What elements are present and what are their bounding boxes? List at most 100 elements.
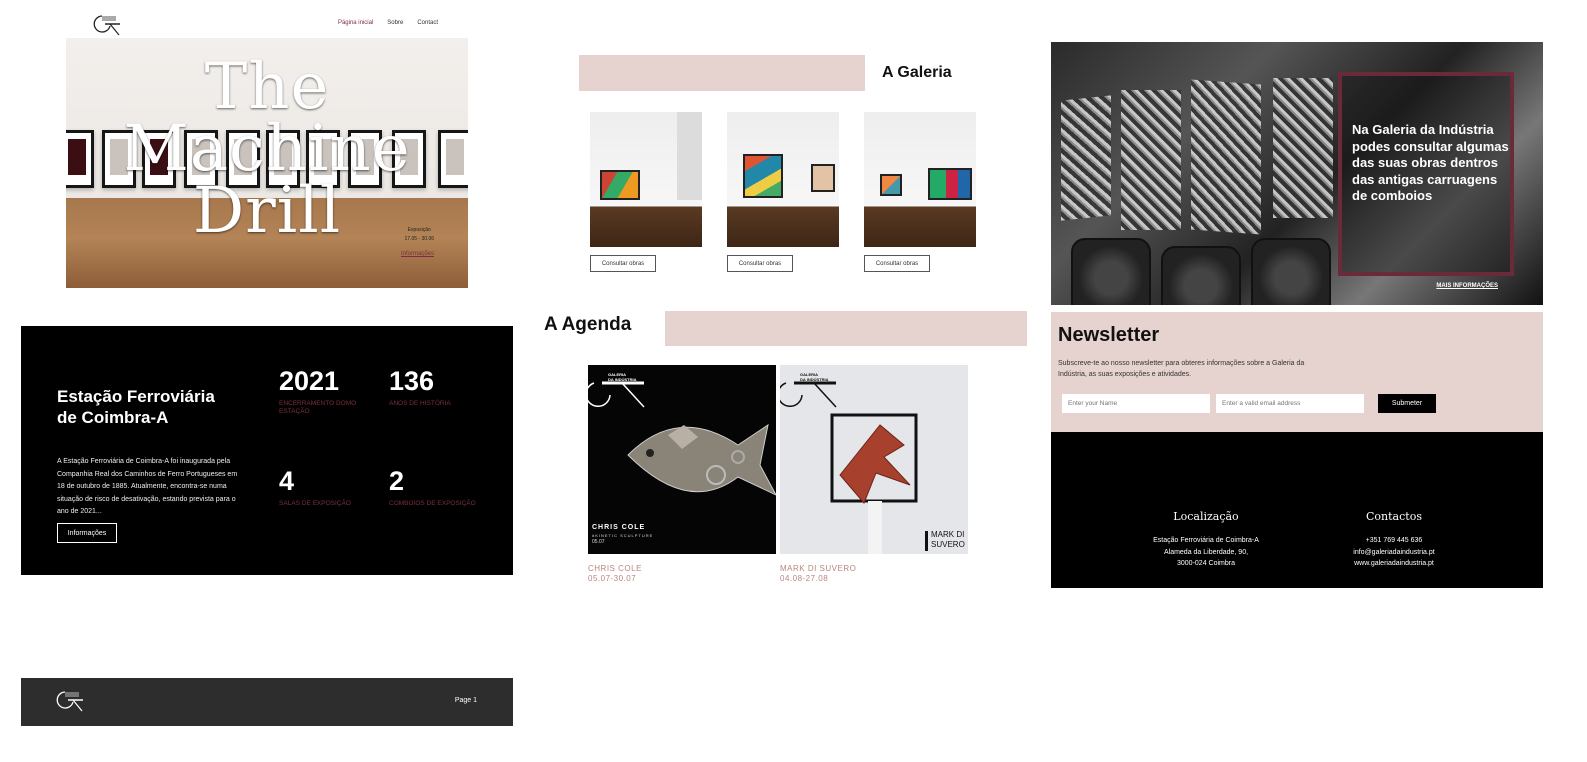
email-input[interactable] — [1216, 394, 1364, 413]
galeria-logo[interactable] — [92, 12, 124, 36]
artwork-panel — [1121, 90, 1181, 230]
gallery-room-image — [590, 112, 702, 247]
hero-info-link[interactable]: Informações — [401, 251, 434, 257]
galeria-title: A Galeria — [882, 64, 952, 81]
stat-value: 2021 — [279, 366, 340, 396]
agenda-event-card[interactable]: GALERIA DA INDÚSTRIA CHRIS COLE #KINETIC… — [588, 365, 776, 584]
hero-title-line: The — [204, 50, 330, 124]
train-carriage-banner: Na Galeria da Indústria podes consultar … — [1051, 42, 1543, 305]
stat-value: 4 — [279, 466, 295, 496]
stat-label: ANOS DE HISTÓRIA — [389, 400, 451, 407]
stat-label: SALAS DE EXPOSIÇÃO — [279, 500, 351, 507]
poster-artist: CHRIS COLE — [592, 524, 646, 531]
station-description: A Estação Ferroviária de Coimbra-A foi i… — [57, 458, 238, 515]
stat-value: 2 — [389, 466, 405, 496]
contacts-column: Contactos +351 769 445 636 info@galeriad… — [1339, 510, 1449, 570]
event-poster: GALERIA DA INDÚSTRIA CHRIS COLE #KINETIC… — [588, 365, 776, 554]
artwork — [928, 168, 972, 200]
logo-icon — [93, 15, 120, 36]
stat-value: 136 — [389, 366, 435, 396]
poster-logo-line: DA INDÚSTRIA — [800, 377, 829, 382]
footer-bar: Page 1 — [21, 678, 513, 726]
contacts-title: Contactos — [1366, 510, 1422, 523]
agenda-accent-bar — [665, 311, 1027, 346]
location-line: 3000-024 Coimbra — [1177, 560, 1235, 567]
event-caption: CHRIS COLE 05.07-30.07 — [588, 564, 776, 584]
stat-label: COMBOIOS DE EXPOSIÇÃO — [389, 500, 476, 507]
artwork — [600, 170, 640, 200]
exhibition-meta: Exposição 17.05 - 30.06 — [405, 226, 434, 244]
nav-contact[interactable]: Contact — [417, 20, 438, 26]
train-seat — [1251, 238, 1331, 305]
gallery-room-image — [864, 112, 976, 247]
artwork-panel — [1273, 78, 1333, 218]
train-seat — [1161, 246, 1241, 305]
page-label: Page 1 — [454, 697, 477, 704]
gallery-room-image — [727, 112, 839, 247]
event-dates: 05.07-30.07 — [588, 574, 637, 583]
train-seat — [1071, 238, 1151, 305]
artwork-panel — [1191, 79, 1261, 235]
footer-logo[interactable] — [55, 688, 87, 712]
artwork — [743, 154, 783, 198]
phone-number[interactable]: +351 769 445 636 — [1339, 535, 1449, 547]
gallery-card: Consultar obras — [590, 112, 702, 272]
wall — [677, 112, 702, 200]
stat-history-years: 136 ANOS DE HISTÓRIA — [389, 366, 479, 408]
consult-works-button[interactable]: Consultar obras — [727, 255, 793, 272]
exhibition-label: Exposição — [407, 227, 431, 233]
train-info-text: Na Galeria da Indústria podes consultar … — [1352, 122, 1509, 203]
poster-logo-text: GALERIA DA INDÚSTRIA — [608, 372, 637, 382]
stat-closing-year: 2021 ENCERRAMENTO DOMO ESTAÇÃO — [279, 366, 369, 416]
exhibition-dates: 17.05 - 30.06 — [404, 236, 434, 242]
stat-exhibition-trains: 2 COMBOIOS DE EXPOSIÇÃO — [389, 466, 479, 508]
poster-logo-text: GALERIA DA INDÚSTRIA — [800, 372, 829, 382]
station-info-button[interactable]: Informações — [57, 523, 117, 543]
location-title: Localização — [1173, 510, 1239, 523]
hero-banner: The Machine Drill Exposição 17.05 - 30.0… — [66, 38, 468, 288]
sculpture-red-icon — [780, 381, 928, 554]
event-poster: GALERIA DA INDÚSTRIA MARK DI SUVERO — [780, 365, 968, 554]
poster-date: 05.07 — [592, 539, 605, 545]
station-section: Estação Ferroviária de Coimbra-A A Estaç… — [21, 326, 513, 575]
location-column: Localização Estação Ferroviária de Coimb… — [1147, 510, 1265, 570]
submit-button[interactable]: Submeter — [1378, 394, 1436, 413]
agenda-event-card[interactable]: GALERIA DA INDÚSTRIA MARK DI SUVERO MARK… — [780, 365, 968, 584]
station-title: Estação Ferroviária de Coimbra-A — [57, 387, 215, 427]
newsletter-title: Newsletter — [1058, 324, 1160, 346]
gallery-card: Consultar obras — [727, 112, 839, 272]
newsletter-section: Newsletter Subscreve-te ao nosso newslet… — [1051, 312, 1543, 432]
hero-title: The Machine Drill — [66, 50, 468, 243]
artwork — [811, 164, 835, 192]
event-caption: MARK DI SUVERO 04.08-27.08 — [780, 564, 968, 584]
poster-logo-line: DA INDÚSTRIA — [608, 377, 637, 382]
event-dates: 04.08-27.08 — [780, 574, 829, 583]
contacts-section: Localização Estação Ferroviária de Coimb… — [1051, 432, 1543, 588]
email-link[interactable]: info@galeriadaindustria.pt — [1339, 547, 1449, 559]
location-line: Estação Ferroviária de Coimbra-A — [1153, 537, 1259, 544]
name-input[interactable] — [1062, 394, 1210, 413]
poster-artist: MARK DI SUVERO — [931, 530, 965, 549]
event-artist: MARK DI SUVERO — [780, 564, 857, 573]
train-info-card: Na Galeria da Indústria podes consultar … — [1338, 72, 1514, 289]
artwork — [880, 174, 902, 196]
hero-header: Página inicial Sobre Contact — [66, 10, 468, 38]
hero-title-line: Machine — [123, 112, 411, 186]
event-artist: CHRIS COLE — [588, 564, 642, 573]
main-nav: Página inicial Sobre Contact — [338, 20, 438, 26]
nav-home[interactable]: Página inicial — [338, 20, 373, 26]
location-line: Alameda da Liberdade, 90, — [1163, 548, 1249, 556]
stat-exhibition-rooms: 4 SALAS DE EXPOSIÇÃO — [279, 466, 369, 508]
consult-works-button[interactable]: Consultar obras — [590, 255, 656, 272]
gallery-card: Consultar obras — [864, 112, 976, 272]
newsletter-description: Subscreve-te ao nosso newsletter para ob… — [1058, 360, 1305, 378]
stat-label: ENCERRAMENTO DOMO ESTAÇÃO — [279, 400, 357, 415]
nav-about[interactable]: Sobre — [387, 20, 403, 26]
consult-works-button[interactable]: Consultar obras — [864, 255, 930, 272]
agenda-title: A Agenda — [544, 314, 632, 335]
more-info-link[interactable]: MAIS INFORMAÇÕES — [1436, 283, 1498, 289]
logo-icon — [56, 691, 83, 712]
artwork-panel — [1061, 95, 1111, 221]
website-link[interactable]: www.galeriadaindustria.pt — [1339, 558, 1449, 570]
galeria-accent-bar — [579, 55, 865, 91]
